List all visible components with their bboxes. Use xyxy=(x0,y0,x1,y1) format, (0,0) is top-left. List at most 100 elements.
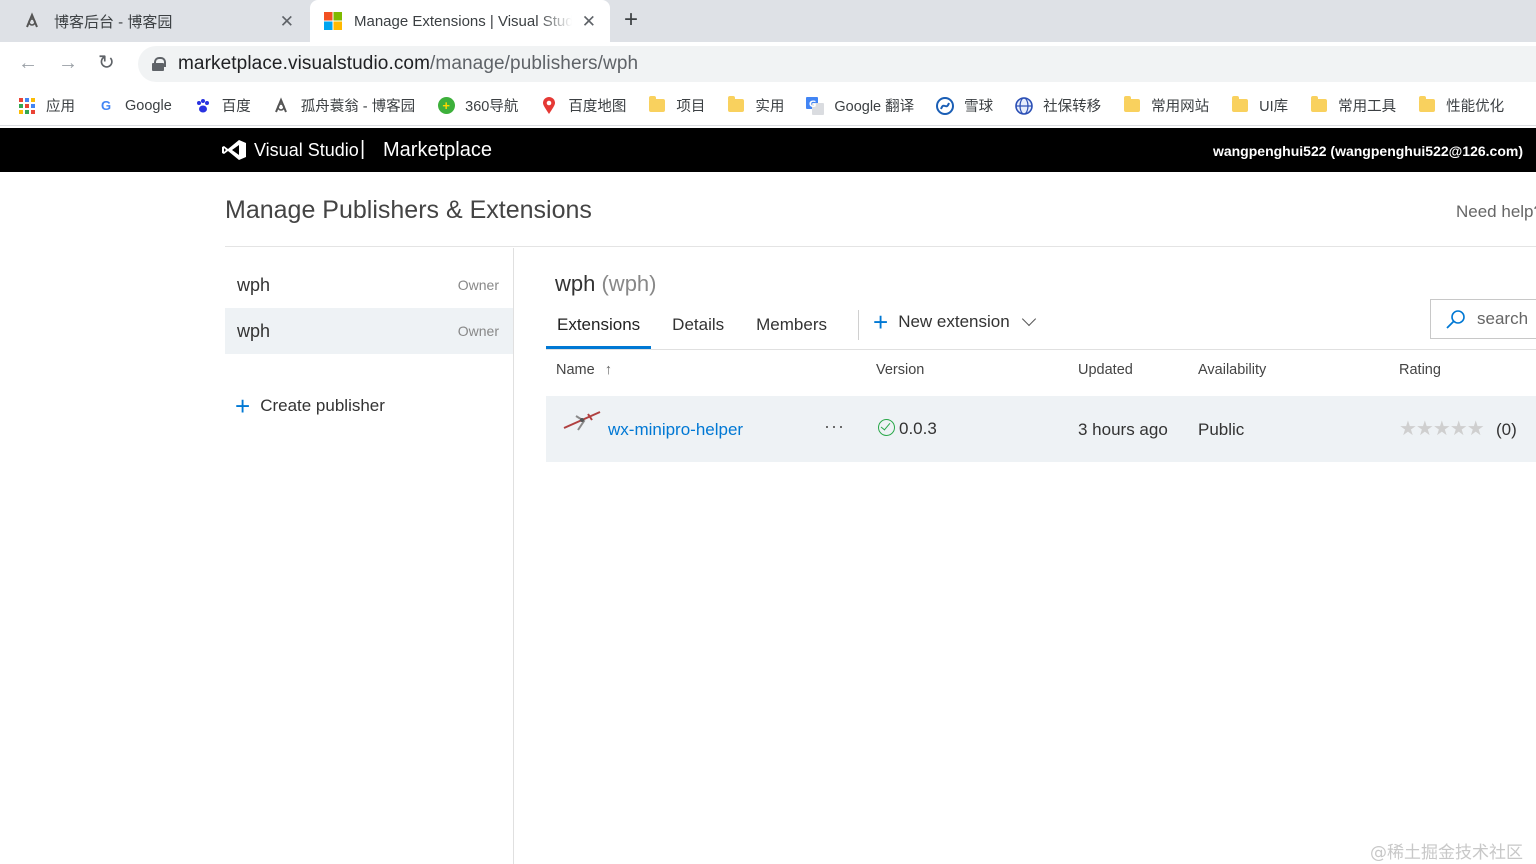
bookmark-cnblogs[interactable]: 孤舟蓑翁 - 博客园 xyxy=(273,95,415,116)
table-row[interactable]: wx-minipro-helper ··· 0.0.3 3 hours ago … xyxy=(546,396,1536,462)
publisher-name: wph xyxy=(237,274,271,295)
user-account[interactable]: wangpenghui522 (wangpenghui522@126.com) xyxy=(1213,143,1523,159)
brand-name[interactable]: Visual Studio xyxy=(254,140,359,161)
bookmark-folder-ui[interactable]: UI库 xyxy=(1231,95,1288,116)
search-input[interactable]: search xyxy=(1430,299,1536,339)
close-tab-icon[interactable]: ✕ xyxy=(280,12,294,32)
bookmark-label: 360导航 xyxy=(465,99,519,115)
tab-title: Manage Extensions | Visual Studio Market… xyxy=(354,12,572,30)
column-header-availability[interactable]: Availability xyxy=(1198,362,1266,378)
column-header-rating[interactable]: Rating xyxy=(1399,362,1441,378)
folder-icon xyxy=(727,96,745,115)
bookmark-label: 应用 xyxy=(46,99,75,115)
visual-studio-logo-icon[interactable] xyxy=(222,140,246,160)
publisher-item-selected[interactable]: wph Owner xyxy=(225,308,513,354)
bookmark-label: 百度地图 xyxy=(568,99,627,115)
cnblogs-icon xyxy=(273,96,291,115)
panel-divider xyxy=(513,248,514,864)
bookmark-label: 常用网站 xyxy=(1151,99,1210,115)
bookmark-label: Google xyxy=(125,97,172,114)
search-placeholder: search xyxy=(1477,309,1529,328)
tab-title: 博客后台 - 博客园 xyxy=(54,13,173,31)
tab-details[interactable]: Details xyxy=(661,306,735,349)
bookmark-baidu-map[interactable]: 百度地图 xyxy=(540,95,626,116)
tab-extensions[interactable]: Extensions xyxy=(546,306,652,349)
plus-icon: + xyxy=(873,307,889,337)
publisher-tabs: Extensions Details Members + New extensi… xyxy=(546,306,1036,350)
create-publisher-label: Create publisher xyxy=(260,396,385,415)
bookmark-folder-performance[interactable]: 性能优化 xyxy=(1418,95,1504,116)
table-header-divider xyxy=(546,349,1536,350)
column-header-name[interactable]: Name ↑ xyxy=(556,362,612,378)
browser-tab-cnblogs[interactable]: 博客后台 - 博客园 ✕ xyxy=(0,0,308,42)
extension-name-link[interactable]: wx-minipro-helper xyxy=(608,420,743,440)
reload-button[interactable]: ↻ xyxy=(98,52,115,74)
browser-tabstrip: 博客后台 - 博客园 ✕ Manage Extensions | Visual … xyxy=(0,0,1536,42)
close-tab-icon[interactable]: ✕ xyxy=(582,12,596,32)
publisher-item[interactable]: wph Owner xyxy=(225,262,513,308)
search-icon xyxy=(1446,310,1465,329)
new-extension-label: New extension xyxy=(898,312,1010,331)
bookmarks-bar: 应用 G Google 百度 孤舟蓑翁 - 博客园 +360导航 百度地图 项目 … xyxy=(0,86,1536,126)
url-path: /manage/publishers/wph xyxy=(430,53,639,74)
plus-icon: + xyxy=(235,391,251,421)
browser-tab-marketplace[interactable]: Manage Extensions | Visual Studio Market… xyxy=(310,0,610,42)
google-icon: G xyxy=(100,98,112,113)
folder-icon xyxy=(1418,96,1436,115)
extension-availability: Public xyxy=(1198,420,1245,439)
bookmark-label: 雪球 xyxy=(964,99,994,115)
new-extension-button[interactable]: + New extension xyxy=(873,306,1036,337)
column-header-updated[interactable]: Updated xyxy=(1078,362,1133,378)
tabs-separator xyxy=(858,310,859,340)
tab-members[interactable]: Members xyxy=(745,306,838,349)
bookmark-folder-sites[interactable]: 常用网站 xyxy=(1123,95,1209,116)
url-text: marketplace.visualstudio.com/manage/publ… xyxy=(178,53,638,75)
bookmark-label: 孤舟蓑翁 - 博客园 xyxy=(300,99,416,115)
bookmark-label: 常用工具 xyxy=(1338,99,1397,115)
header-separator: | xyxy=(360,138,366,160)
microsoft-logo-icon xyxy=(324,12,342,30)
bookmark-baidu[interactable]: 百度 xyxy=(194,95,251,116)
bookmark-folder-tools[interactable]: 常用工具 xyxy=(1310,95,1396,116)
need-help-link[interactable]: Need help? xyxy=(1456,202,1536,222)
bookmark-google-translate[interactable]: G Google 翻译 xyxy=(806,95,914,116)
folder-icon xyxy=(1231,96,1249,115)
lock-icon[interactable] xyxy=(152,57,166,71)
bookmark-label: 项目 xyxy=(676,99,706,115)
bookmark-google[interactable]: G Google xyxy=(97,97,172,115)
marketplace-link[interactable]: Marketplace xyxy=(383,139,492,162)
bookmark-360[interactable]: +360导航 xyxy=(437,95,518,116)
publisher-heading: wph (wph) xyxy=(555,271,657,297)
360-icon: + xyxy=(437,97,455,115)
back-button[interactable]: ← xyxy=(18,52,38,74)
folder-icon xyxy=(1123,96,1141,115)
cnblogs-icon xyxy=(24,12,42,30)
rating-count: (0) xyxy=(1496,420,1517,439)
browser-toolbar: ← → ↻ marketplace.visualstudio.com/manag… xyxy=(0,42,1536,86)
bookmark-label: 性能优化 xyxy=(1446,99,1505,115)
apps-grid-icon xyxy=(18,97,36,115)
forward-button[interactable]: → xyxy=(58,52,78,74)
chevron-down-icon xyxy=(1021,311,1036,327)
bookmark-social-security[interactable]: 社保转移 xyxy=(1015,95,1101,116)
bookmark-label: Google 翻译 xyxy=(834,99,915,115)
publisher-heading-name: wph xyxy=(555,271,596,296)
more-actions-button[interactable]: ··· xyxy=(824,416,845,437)
check-circle-icon xyxy=(878,419,895,436)
url-host: marketplace.visualstudio.com xyxy=(178,53,431,74)
create-publisher-button[interactable]: + Create publisher xyxy=(235,391,385,421)
publisher-role: Owner xyxy=(457,323,499,339)
xueqiu-icon xyxy=(936,96,955,115)
column-header-version[interactable]: Version xyxy=(876,362,924,378)
watermark: @稀土掘金技术社区 xyxy=(1370,843,1523,863)
bookmark-folder-projects[interactable]: 项目 xyxy=(648,95,705,116)
new-tab-button[interactable]: + xyxy=(624,8,638,32)
svg-text:G: G xyxy=(809,100,816,110)
bookmark-label: 实用 xyxy=(755,99,785,115)
column-name-label: Name xyxy=(556,362,595,378)
page-title: Manage Publishers & Extensions xyxy=(225,196,592,224)
bookmark-xueqiu[interactable]: 雪球 xyxy=(936,95,993,116)
address-bar[interactable]: marketplace.visualstudio.com/manage/publ… xyxy=(138,46,1536,82)
bookmark-apps[interactable]: 应用 xyxy=(18,95,75,116)
bookmark-folder-practical[interactable]: 实用 xyxy=(727,95,784,116)
